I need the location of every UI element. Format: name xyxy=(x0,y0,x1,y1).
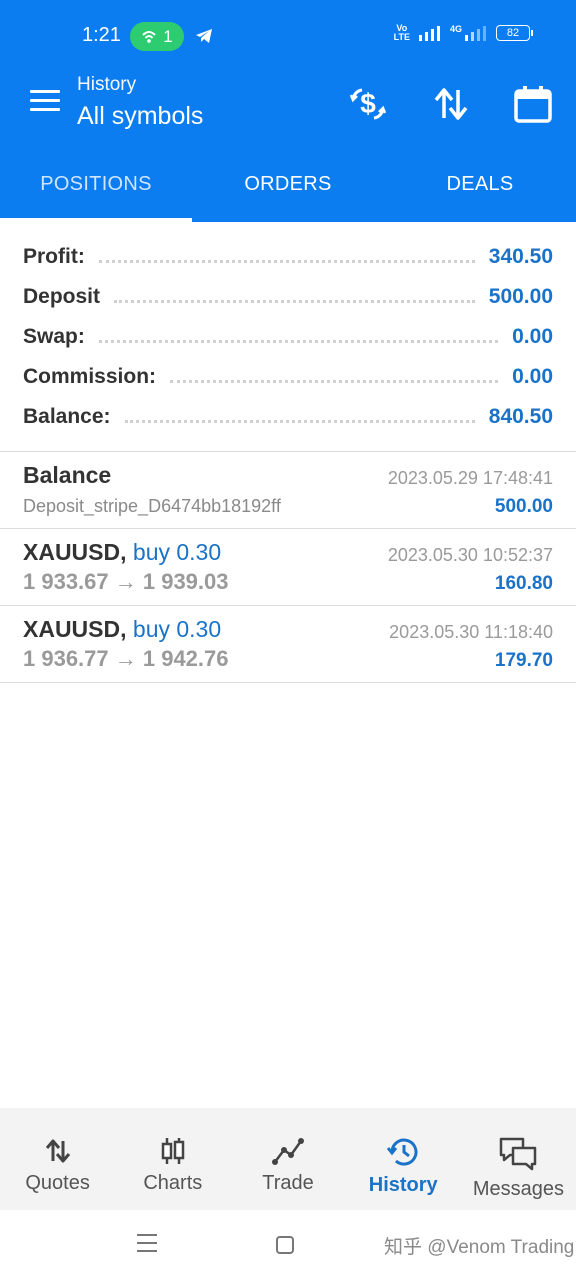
charts-icon xyxy=(161,1138,185,1164)
summary-value: 340.50 xyxy=(488,245,553,268)
deal-comment: Deposit_stripe_D6474bb18192ff xyxy=(23,496,281,516)
telegram-icon xyxy=(196,29,212,43)
bottom-navigation: Quotes Charts Trade History Messages xyxy=(0,1108,576,1210)
summary-label: Balance: xyxy=(23,405,111,428)
nav-trade[interactable]: Trade xyxy=(230,1108,345,1210)
status-bar: 1:21 1 Vo LTE 4G 82 xyxy=(0,0,576,70)
history-tabs: POSITIONS ORDERS DEALS xyxy=(0,146,576,222)
status-icons: Vo LTE 4G 82 xyxy=(393,23,533,42)
summary-panel: Profit: 340.50 Deposit 500.00 Swap: 0.00… xyxy=(0,237,576,437)
summary-value: 0.00 xyxy=(512,325,553,348)
list-item[interactable]: Balance Deposit_stripe_D6474bb18192ff 20… xyxy=(0,452,576,528)
summary-row-profit: Profit: 340.50 xyxy=(0,237,576,277)
dotted-leader xyxy=(170,379,499,383)
menu-icon[interactable] xyxy=(30,90,60,114)
app-bar: History All symbols $ xyxy=(0,70,576,146)
battery-icon: 82 xyxy=(496,25,533,41)
sort-button[interactable] xyxy=(429,82,473,126)
deal-time: 2023.05.30 10:52:37 xyxy=(387,545,553,565)
quotes-icon xyxy=(45,1139,70,1163)
nav-label: Messages xyxy=(472,1178,564,1200)
list-item[interactable]: XAUUSD, buy 0.30 1 933.67 → 1 939.03 202… xyxy=(0,529,576,605)
deal-prices: 1 936.77 → 1 942.76 xyxy=(23,646,229,671)
summary-row-deposit: Deposit 500.00 xyxy=(0,277,576,317)
messages-icon xyxy=(500,1137,537,1171)
nav-label: History xyxy=(368,1174,438,1196)
deal-title: XAUUSD, buy 0.30 xyxy=(23,539,222,565)
tab-positions[interactable]: POSITIONS xyxy=(0,146,192,222)
summary-row-balance: Balance: 840.50 xyxy=(0,397,576,437)
nav-label: Quotes xyxy=(25,1172,90,1194)
watermark: 知乎 @Venom Trading xyxy=(384,1237,575,1258)
signal-icon xyxy=(418,26,440,41)
recent-apps-button[interactable] xyxy=(137,1234,157,1258)
svg-text:$: $ xyxy=(360,88,376,119)
summary-label: Commission: xyxy=(23,365,157,388)
calendar-icon xyxy=(514,86,552,123)
deal-title: XAUUSD, buy 0.30 xyxy=(23,616,222,642)
summary-value: 840.50 xyxy=(488,405,553,428)
tab-deals[interactable]: DEALS xyxy=(384,146,576,222)
deal-time: 2023.05.30 11:18:40 xyxy=(389,622,553,642)
tab-orders[interactable]: ORDERS xyxy=(192,146,384,222)
deal-title: Balance xyxy=(23,462,112,488)
volte-indicator: Vo LTE xyxy=(393,23,410,42)
system-navigation-bar: 知乎 @Venom Trading xyxy=(0,1210,576,1280)
dotted-leader xyxy=(98,259,475,263)
summary-label: Swap: xyxy=(23,325,85,348)
summary-value: 500.00 xyxy=(488,285,553,308)
summary-row-commission: Commission: 0.00 xyxy=(0,357,576,397)
deal-profit: 500.00 xyxy=(494,496,553,517)
dotted-leader xyxy=(114,299,475,303)
symbol-selector[interactable]: All symbols xyxy=(77,102,203,131)
deal-side: buy 0.30 xyxy=(132,616,222,642)
deal-time: 2023.05.29 17:48:41 xyxy=(387,468,553,488)
status-time: 1:21 xyxy=(82,24,121,46)
summary-row-swap: Swap: 0.00 xyxy=(0,317,576,357)
dotted-leader xyxy=(124,419,475,423)
app-bar-subtitle: History xyxy=(77,74,137,95)
currency-exchange-icon: $ xyxy=(349,88,387,120)
trade-icon xyxy=(272,1138,304,1165)
list-item[interactable]: XAUUSD, buy 0.30 1 936.77 → 1 942.76 202… xyxy=(0,606,576,682)
nav-label: Trade xyxy=(262,1172,314,1194)
summary-label: Deposit xyxy=(23,285,101,308)
deal-side: buy 0.30 xyxy=(132,539,222,565)
nav-history[interactable]: History xyxy=(346,1108,461,1210)
home-button[interactable] xyxy=(276,1236,294,1254)
nav-quotes[interactable]: Quotes xyxy=(0,1108,115,1210)
summary-label: Profit: xyxy=(23,245,85,268)
nav-charts[interactable]: Charts xyxy=(115,1108,230,1210)
nav-messages[interactable]: Messages xyxy=(461,1108,576,1210)
sort-icon xyxy=(434,88,468,120)
currency-exchange-button[interactable]: $ xyxy=(346,82,390,126)
calendar-button[interactable] xyxy=(511,82,555,126)
nav-label: Charts xyxy=(143,1172,203,1194)
hotspot-count: 1 xyxy=(163,26,173,46)
history-icon xyxy=(387,1138,418,1166)
deal-profit: 160.80 xyxy=(494,573,553,594)
hotspot-icon xyxy=(142,30,156,43)
network-type: 4G xyxy=(449,24,462,34)
hotspot-indicator: 1 xyxy=(130,22,184,51)
summary-value: 0.00 xyxy=(512,365,553,388)
signal-icon-2 xyxy=(465,26,486,41)
divider xyxy=(0,682,576,683)
dotted-leader xyxy=(98,339,499,343)
deal-profit: 179.70 xyxy=(494,650,553,671)
deal-prices: 1 933.67 → 1 939.03 xyxy=(23,569,229,594)
